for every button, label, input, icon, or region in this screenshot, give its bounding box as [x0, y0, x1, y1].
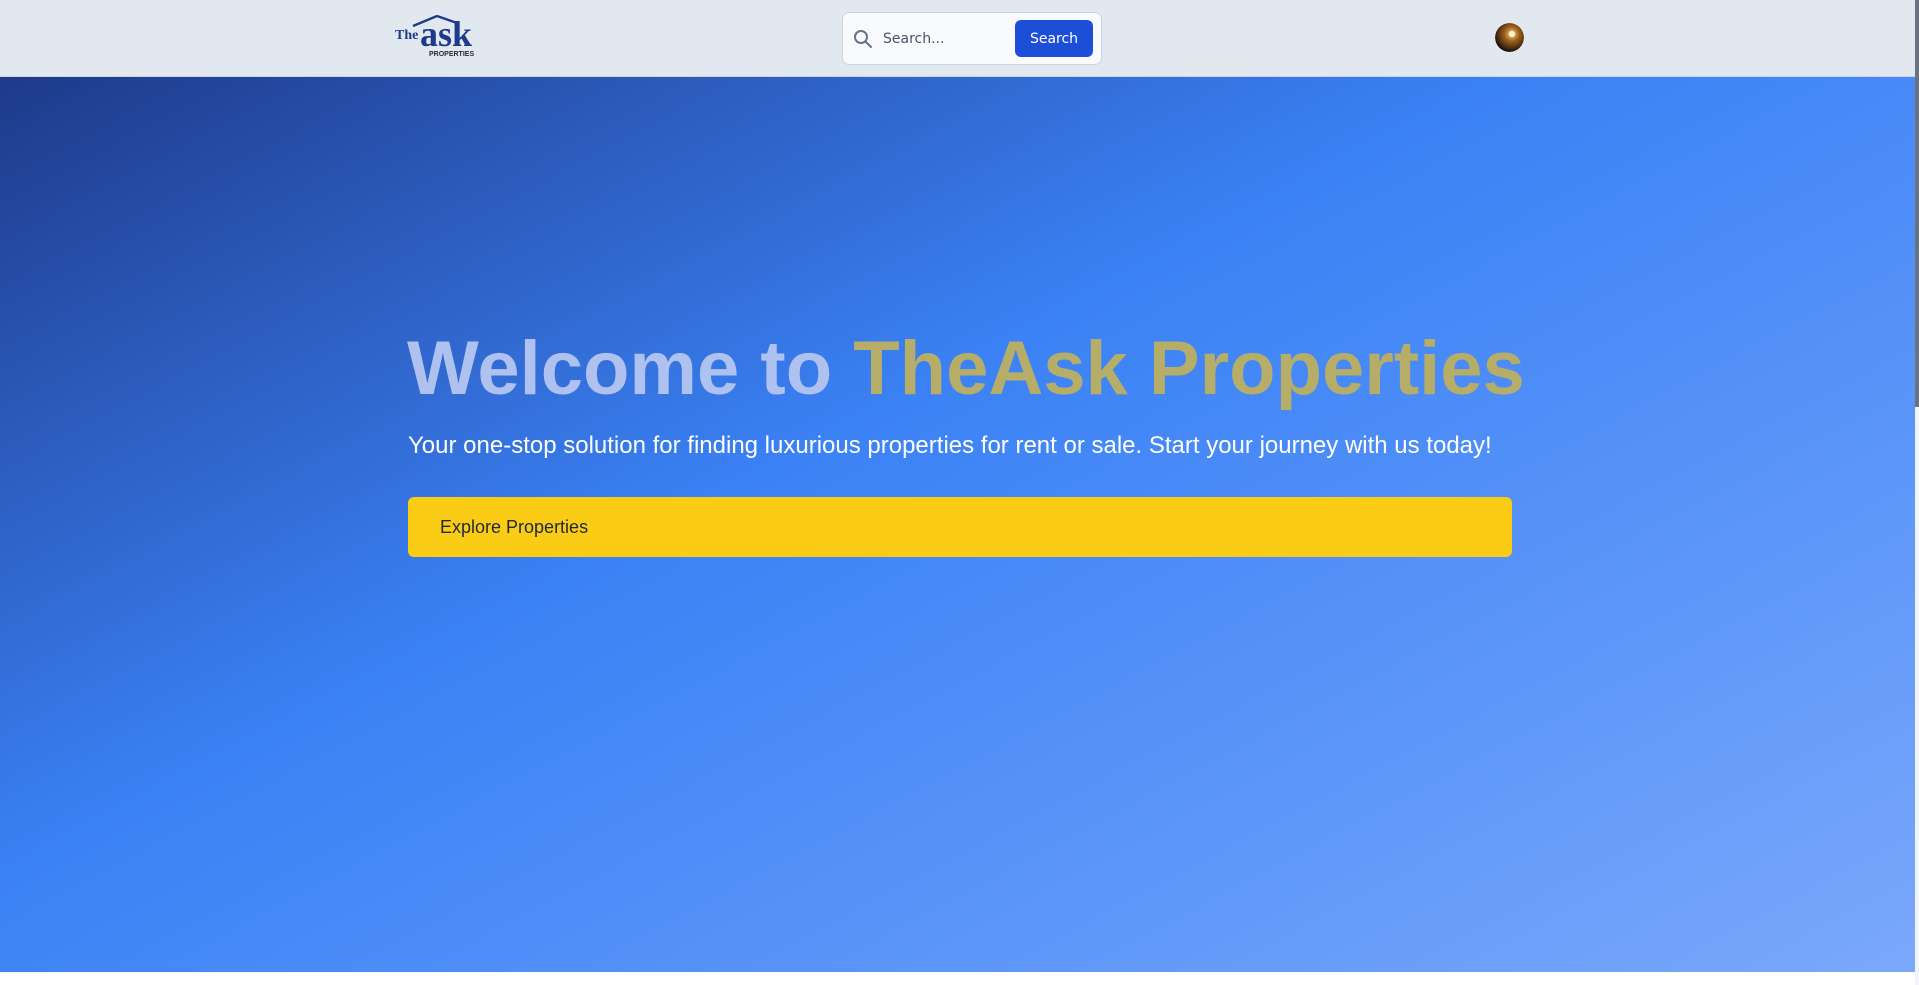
brand-logo[interactable]: The ask PROPERTIES [395, 15, 481, 59]
hero-title-brand: TheAsk Properties [853, 326, 1525, 411]
search-button[interactable]: Search [1015, 20, 1093, 57]
scrollbar-thumb[interactable] [1915, 0, 1919, 407]
logo-graphic: The ask PROPERTIES [395, 15, 474, 58]
svg-text:The: The [395, 28, 418, 43]
svg-text:PROPERTIES: PROPERTIES [429, 51, 474, 58]
svg-text:ask: ask [420, 15, 472, 54]
search-bar: Search [842, 12, 1102, 65]
hero-title: Welcome to TheAsk Properties [407, 331, 1525, 407]
page-footer-edge [0, 972, 1919, 985]
hero-title-lead: Welcome to [407, 326, 854, 411]
avatar[interactable] [1495, 23, 1524, 52]
search-icon [853, 29, 873, 49]
explore-properties-button[interactable]: Explore Properties [408, 497, 1512, 557]
search-input[interactable] [883, 25, 1003, 53]
hero-subtitle: Your one-stop solution for finding luxur… [408, 432, 1492, 459]
navbar: The ask PROPERTIES Search [0, 0, 1919, 77]
